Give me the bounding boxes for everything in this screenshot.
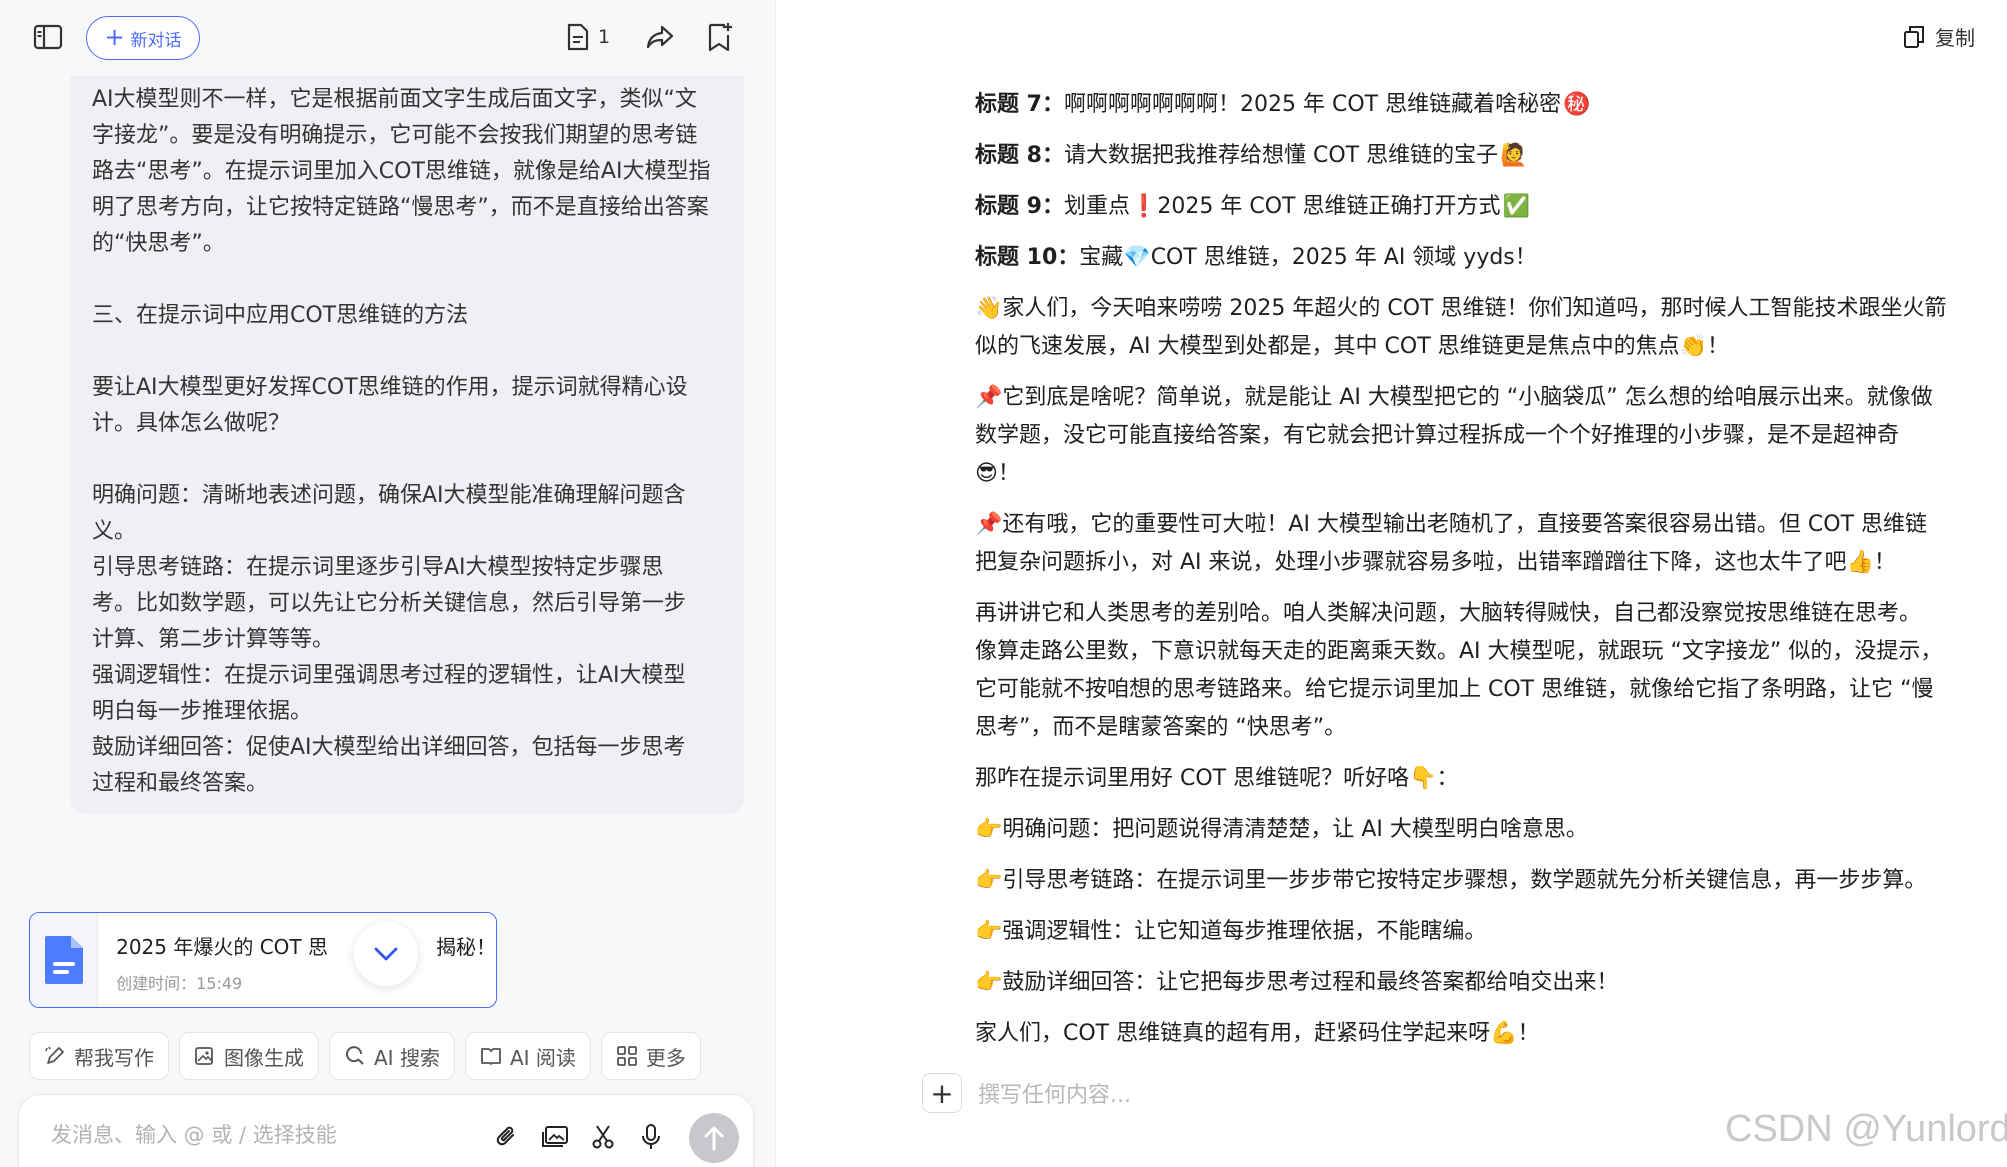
message-line: 字接龙”。要是没有明确提示，它可能不会按我们期望的思考链 — [92, 123, 698, 148]
message-line: 明白每一步推理依据。 — [92, 699, 313, 724]
check-emoji-icon: ✅ — [1502, 194, 1530, 219]
send-button[interactable] — [689, 1113, 739, 1163]
scissors-icon[interactable] — [585, 1119, 621, 1155]
new-chat-button[interactable]: + 新对话 — [86, 16, 200, 60]
chat-panel: + 新对话 1 AI大模型则不一样，它是根据前面文字生成后面文字，类似“文 字接… — [0, 0, 776, 1167]
body-paragraph: 家人们，COT 思维链真的超有用，赶紧码住学起来呀💪！ — [975, 1021, 1540, 1046]
body-paragraph: 📌它到底是啥呢？简单说，就是能让 AI 大模型把它的 “小脑袋瓜” 怎么想的给咱… — [975, 385, 1933, 486]
image-icon — [195, 1047, 213, 1065]
message-composer — [18, 1094, 754, 1167]
message-heading: 三、在提示词中应用COT思维链的方法 — [92, 298, 720, 334]
body-paragraph: 📌还有哦，它的重要性可大啦！AI 大模型输出老随机了，直接要答案很容易出错。但 … — [975, 512, 1928, 575]
grid-icon — [616, 1046, 637, 1066]
document-icon — [567, 23, 589, 51]
editor-add-row: + 撰写任何内容... — [922, 1073, 1131, 1113]
message-paragraph-4: 明确问题：清晰地表述问题，确保AI大模型能准确理解问题含 义。 引导思考链路：在… — [92, 478, 720, 802]
body-paragraph: 那咋在提示词里用好 COT 思维链呢？听好咯👇： — [975, 766, 1459, 791]
skill-label: 更多 — [645, 1045, 686, 1070]
title-item: 标题 10：宝藏💎COT 思维链，2025 年 AI 领域 yyds！ — [975, 245, 1537, 270]
skill-search-button[interactable]: AI 搜索 — [329, 1032, 455, 1080]
secret-emoji-icon: ㊙️ — [1563, 92, 1591, 117]
body-paragraph: 👋家人们，今天咱来唠唠 2025 年超火的 COT 思维链！你们知道吗，那时候人… — [975, 296, 1947, 359]
search-icon — [346, 1046, 364, 1065]
message-line: 鼓励详细回答：促使AI大模型给出详细回答，包括每一步思考 — [92, 735, 686, 760]
message-input[interactable] — [51, 1115, 451, 1155]
body-paragraph: 再讲讲它和人类思考的差别哈。咱人类解决问题，大脑转得贼快，自己都没察觉按思维链在… — [975, 601, 1943, 740]
arrow-up-icon — [704, 1126, 724, 1151]
document-content[interactable]: 标题 7：啊啊啊啊啊啊啊！2025 年 COT 思维链藏着啥秘密㊙️ 标题 8：… — [975, 86, 2007, 1066]
image-upload-icon[interactable] — [537, 1119, 573, 1155]
copy-icon — [1904, 25, 1924, 48]
title-item: 标题 7：啊啊啊啊啊啊啊！2025 年 COT 思维链藏着啥秘密㊙️ — [975, 86, 2007, 124]
skill-label: 图像生成 — [224, 1045, 304, 1070]
share-icon[interactable] — [640, 20, 680, 54]
document-title: 2025 年爆火的 COT 思揭秘！ — [116, 935, 496, 959]
scroll-down-button[interactable] — [354, 922, 418, 986]
document-count: 1 — [598, 26, 611, 48]
user-message-bubble: AI大模型则不一样，它是根据前面文字生成后面文字，类似“文 字接龙”。要是没有明… — [70, 76, 744, 814]
book-icon — [481, 1048, 501, 1065]
message-line: 计算、第二步计算等等。 — [92, 627, 335, 652]
message-line: 明了思考方向，让它按特定链路“慢思考”，而不是直接给出答案 — [92, 195, 709, 220]
message-line: 考。比如数学题，可以先让它分析关键信息，然后引导第一步 — [92, 591, 687, 616]
generated-document-card[interactable]: 2025 年爆火的 COT 思揭秘！ 创建时间：15:49 — [29, 912, 497, 1008]
add-block-button[interactable]: + — [922, 1073, 962, 1113]
list-item: 👉强调逻辑性：让它知道每步推理依据，不能瞎编。 — [975, 919, 1487, 944]
message-paragraph-1: AI大模型则不一样，它是根据前面文字生成后面文字，类似“文 字接龙”。要是没有明… — [92, 82, 720, 262]
microphone-icon[interactable] — [633, 1119, 669, 1155]
title-item: 标题 8：请大数据把我推荐给想懂 COT 思维链的宝子🙋 — [975, 137, 2007, 175]
document-editor-panel: 复制 标题 7：啊啊啊啊啊啊啊！2025 年 COT 思维链藏着啥秘密㊙️ 标题… — [777, 0, 2007, 1167]
list-item: 👉引导思考链路：在提示词里一步步带它按特定步骤想，数学题就先分析关键信息，再一步… — [975, 868, 1927, 893]
message-line: 路去“思考”。在提示词里加入COT思维链，就像是给AI大模型指 — [92, 159, 711, 184]
skill-more-button[interactable]: 更多 — [600, 1032, 701, 1080]
chat-topbar: + 新对话 1 — [0, 0, 775, 74]
raising-hand-emoji-icon: 🙋 — [1500, 143, 1528, 168]
message-line: 明确问题：清晰地表述问题，确保AI大模型能准确理解问题含 — [92, 483, 686, 508]
document-file-icon — [44, 936, 83, 984]
sidebar-toggle-icon[interactable] — [28, 20, 68, 54]
message-line: 过程和最终答案。 — [92, 771, 269, 796]
attach-icon[interactable] — [489, 1119, 525, 1155]
message-line: 引导思考链路：在提示词里逐步引导AI大模型按特定步骤思 — [92, 555, 664, 580]
editor-placeholder[interactable]: 撰写任何内容... — [978, 1077, 1131, 1109]
chevron-down-icon — [374, 947, 398, 961]
plus-icon: + — [104, 23, 125, 51]
skill-label: 帮我写作 — [74, 1045, 154, 1070]
message-line: AI大模型则不一样，它是根据前面文字生成后面文字，类似“文 — [92, 87, 697, 112]
csdn-watermark: CSDN @Yunlord — [1725, 1108, 2007, 1150]
message-line: 强调逻辑性：在提示词里强调思考过程的逻辑性，让AI大模型 — [92, 663, 686, 688]
document-created-time: 创建时间：15:49 — [116, 974, 243, 993]
message-line: 的“快思考”。 — [92, 231, 225, 256]
message-line: 要让AI大模型更好发挥COT思维链的作用，提示词就得精心设 — [92, 375, 688, 400]
skill-writing-button[interactable]: 帮我写作 — [29, 1032, 169, 1080]
skill-reading-button[interactable]: AI 阅读 — [464, 1032, 591, 1080]
message-paragraph-3: 要让AI大模型更好发挥COT思维链的作用，提示词就得精心设 计。具体怎么做呢？ — [92, 370, 720, 442]
message-line: 计。具体怎么做呢？ — [92, 411, 291, 436]
bookmark-add-icon[interactable] — [700, 18, 740, 56]
list-item: 👉明确问题：把问题说得清清楚楚，让 AI 大模型明白啥意思。 — [975, 817, 1588, 842]
skill-label: AI 阅读 — [509, 1045, 576, 1070]
title-item: 标题 9：划重点❗2025 年 COT 思维链正确打开方式✅ — [975, 188, 2007, 226]
skill-image-button[interactable]: 图像生成 — [179, 1032, 319, 1080]
new-chat-label: 新对话 — [130, 30, 182, 51]
skill-bar: 帮我写作 图像生成 AI 搜索 AI 阅读 更多 — [29, 1032, 701, 1080]
list-item: 👉鼓励详细回答：让它把每步思考过程和最终答案都给咱交出来！ — [975, 970, 1619, 995]
message-line: 三、在提示词中应用COT思维链的方法 — [92, 303, 469, 328]
skill-label: AI 搜索 — [374, 1045, 440, 1070]
document-count-button[interactable]: 1 — [566, 20, 610, 54]
copy-button[interactable]: 复制 — [1903, 22, 1975, 51]
pen-icon — [45, 1046, 64, 1064]
message-line: 义。 — [92, 519, 137, 544]
copy-label: 复制 — [1935, 26, 1975, 50]
